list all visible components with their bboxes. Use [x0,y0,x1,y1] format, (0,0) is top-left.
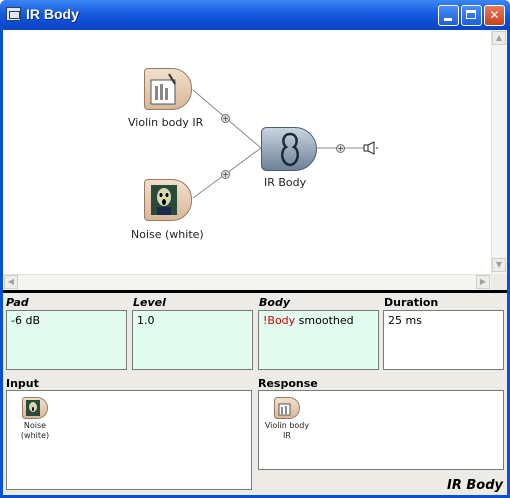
connector-plus-icon[interactable]: + [336,144,345,153]
footer-title: IR Body [447,478,503,493]
scream-icon [22,397,48,419]
duration-heading: Duration [384,296,439,309]
scream-icon [151,185,177,215]
level-heading: Level [133,296,166,309]
scroll-down-icon[interactable]: ▼ [492,258,506,272]
level-value: 1.0 [137,314,155,327]
duration-field[interactable]: 25 ms [383,310,504,370]
duration-value: 25 ms [388,314,422,327]
ir-body-label: IR Body [264,176,307,189]
pad-field[interactable]: -6 dB [6,310,127,370]
pad-heading: Pad [6,296,29,309]
ir-body-node[interactable] [261,127,317,171]
connector-plus-icon[interactable]: + [221,170,230,179]
pad-value: -6 dB [11,314,40,327]
response-item-violin[interactable]: Violin body IR [261,397,313,441]
level-field[interactable]: 1.0 [132,310,253,370]
window-frame: IR Body ✕ Violin body IR Noise (white) +… [0,0,510,498]
window-title: IR Body [26,6,79,22]
scroll-left-icon[interactable]: ◀ [4,275,18,289]
body-heading: Body [259,296,290,309]
maximize-button[interactable] [461,5,482,26]
scroll-up-icon[interactable]: ▲ [492,31,506,45]
input-item-noise[interactable]: Noise (white) [15,397,55,441]
body-value-prefix: !Body [263,314,296,327]
sample-file-icon [274,397,300,419]
response-slot[interactable]: Violin body IR [258,390,504,470]
connector-plus-icon[interactable]: + [221,114,230,123]
noise-white-node[interactable] [144,179,192,221]
title-bar[interactable]: IR Body ✕ [0,0,510,30]
response-item-line2: IR [283,431,291,440]
input-item-line2: (white) [20,431,50,440]
horizontal-scrollbar[interactable]: ◀ ▶ [3,274,491,290]
violin-body-ir-node[interactable] [144,68,192,110]
sample-file-icon [150,73,176,105]
body-value: smoothed [295,314,354,327]
maximize-icon [466,10,476,19]
scroll-corner [491,274,507,290]
response-item-line1: Violin body [264,421,310,430]
violin-body-ir-label: Violin body IR [128,116,204,129]
input-item-line1: Noise [23,421,47,430]
vertical-scrollbar[interactable]: ▲ ▼ [491,30,507,274]
patch-canvas[interactable]: Violin body IR Noise (white) + + + IR Bo… [3,30,507,290]
scroll-right-icon[interactable]: ▶ [476,275,490,289]
input-heading: Input [6,377,39,390]
app-icon [6,7,21,21]
close-button[interactable]: ✕ [484,5,505,26]
violin-body-icon [281,132,299,167]
connection-lines [192,89,365,199]
response-heading: Response [258,377,318,390]
speaker-icon[interactable] [363,141,379,155]
minimize-icon [444,18,452,21]
parameters-panel: Pad Level Body Duration -6 dB 1.0 !Body … [3,293,507,495]
input-slot[interactable]: Noise (white) [6,390,252,490]
noise-white-label: Noise (white) [131,228,204,241]
minimize-button[interactable] [438,5,459,26]
body-field[interactable]: !Body smoothed [258,310,379,370]
window-client: Violin body IR Noise (white) + + + IR Bo… [3,30,507,495]
